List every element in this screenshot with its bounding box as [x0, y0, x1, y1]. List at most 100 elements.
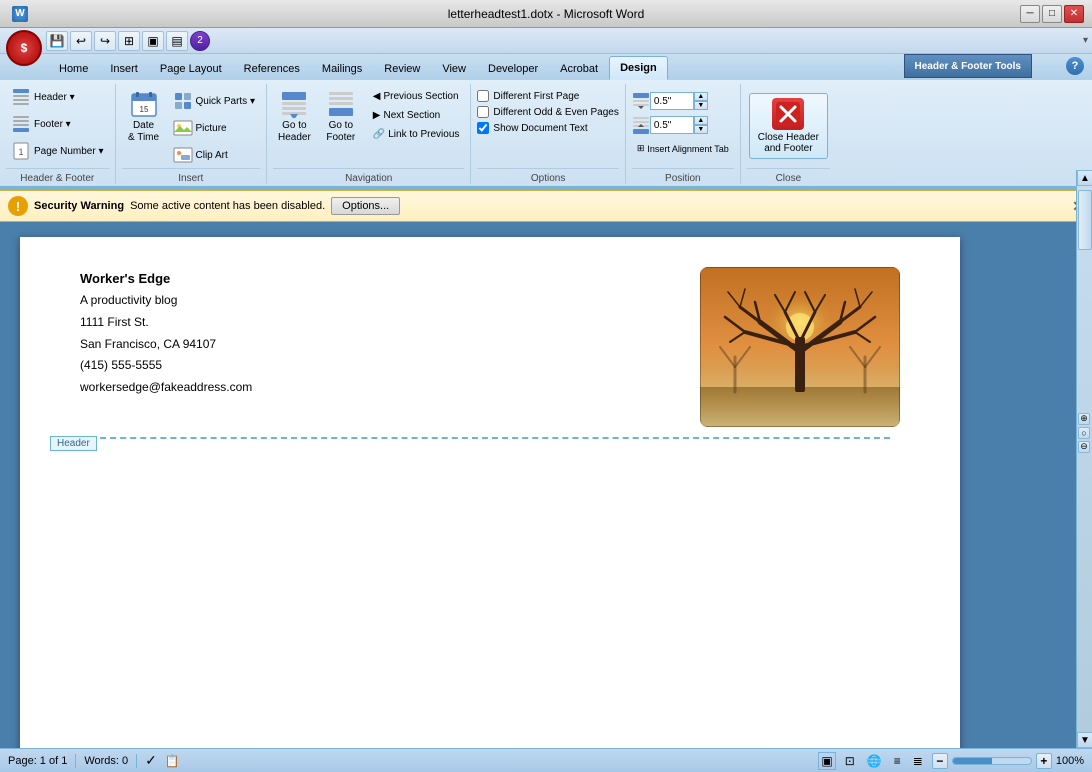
- zoom-out-button[interactable]: −: [932, 753, 948, 769]
- show-document-text-option[interactable]: Show Document Text: [477, 122, 587, 134]
- company-info: Worker's Edge A productivity blog 1111 F…: [80, 267, 252, 398]
- help-button[interactable]: ?: [1066, 57, 1084, 75]
- header-pos-down[interactable]: ▼: [694, 101, 708, 110]
- tab-page-layout[interactable]: Page Layout: [149, 58, 233, 80]
- different-odd-even-checkbox[interactable]: [477, 106, 489, 118]
- next-section-button[interactable]: ▶ Next Section: [368, 107, 465, 124]
- insert-alignment-tab-button[interactable]: ⊞ Insert Alignment Tab: [632, 140, 734, 157]
- doc-view-web[interactable]: 🌐: [864, 752, 885, 770]
- company-city: San Francisco, CA 94107: [80, 334, 252, 356]
- doc-view-outline[interactable]: ≡: [891, 752, 904, 770]
- header-content: Worker's Edge A productivity blog 1111 F…: [80, 267, 900, 437]
- go-to-header-button[interactable]: Go toHeader: [273, 84, 316, 148]
- header-button[interactable]: Header ▾: [6, 84, 109, 110]
- clip-art-button[interactable]: Clip Art: [168, 142, 260, 168]
- scroll-icon3[interactable]: ⊖: [1078, 441, 1090, 453]
- close-button[interactable]: ✕: [1064, 5, 1084, 23]
- header-position-row: ▲ ▼: [632, 92, 708, 110]
- link-to-previous-label: Link to Previous: [388, 129, 459, 140]
- scroll-icon1[interactable]: ⊕: [1078, 413, 1090, 425]
- footer-position-input[interactable]: [650, 116, 694, 134]
- security-warning-title: Security Warning: [34, 200, 124, 212]
- tab-references[interactable]: References: [233, 58, 311, 80]
- header-position-input[interactable]: [650, 92, 694, 110]
- security-options-button[interactable]: Options...: [331, 197, 400, 215]
- hf-items: Header ▾ Footer ▾: [6, 84, 109, 168]
- footer-button[interactable]: Footer ▾: [6, 111, 109, 137]
- previous-section-button[interactable]: ◀ Previous Section: [368, 88, 465, 105]
- footer-icon: [11, 114, 31, 134]
- go-to-footer-button[interactable]: Go toFooter: [320, 84, 362, 148]
- date-time-button[interactable]: 15 Date& Time: [122, 84, 166, 148]
- doc-view-full[interactable]: ⊡: [842, 752, 858, 770]
- close-header-footer-icon: [772, 98, 804, 130]
- status-sep2: [136, 754, 137, 768]
- close-header-footer-button[interactable]: Close Headerand Footer: [749, 93, 828, 159]
- header-pos-up[interactable]: ▲: [694, 92, 708, 101]
- previous-section-label: Previous Section: [384, 91, 459, 102]
- page-number-button[interactable]: 1 Page Number ▾: [6, 138, 109, 164]
- security-warning-message: Some active content has been disabled.: [130, 200, 325, 212]
- header-divider-area: Header: [50, 437, 930, 439]
- redo-quick-btn[interactable]: ↪: [94, 31, 116, 51]
- tab-home[interactable]: Home: [48, 58, 99, 80]
- undo-quick-btn[interactable]: ↩: [70, 31, 92, 51]
- qa-btn6[interactable]: ▤: [166, 31, 188, 51]
- different-odd-even-label: Different Odd & Even Pages: [493, 107, 618, 118]
- tab-mailings[interactable]: Mailings: [311, 58, 373, 80]
- scroll-icon2[interactable]: ○: [1078, 427, 1090, 439]
- status-bar: Page: 1 of 1 Words: 0 ✓ 📋 ▣ ⊡ 🌐 ≡ ≣ − + …: [0, 748, 1092, 772]
- date-time-label: Date& Time: [128, 120, 159, 144]
- close-group-label: Close: [747, 168, 830, 184]
- tab-review[interactable]: Review: [373, 58, 431, 80]
- company-name: Worker's Edge: [80, 267, 252, 290]
- restore-button[interactable]: □: [1042, 5, 1062, 23]
- qa-btn4[interactable]: ⊞: [118, 31, 140, 51]
- zoom-in-button[interactable]: +: [1036, 753, 1052, 769]
- link-to-previous-button[interactable]: 🔗 Link to Previous: [368, 126, 465, 143]
- ribbon-group-insert: 15 Date& Time: [116, 84, 267, 184]
- show-document-text-checkbox[interactable]: [477, 122, 489, 134]
- track-changes-icon[interactable]: 📋: [165, 754, 180, 768]
- different-first-page-checkbox[interactable]: [477, 90, 489, 102]
- ribbon-group-close: Close Headerand Footer Close: [741, 84, 836, 184]
- different-odd-even-option[interactable]: Different Odd & Even Pages: [477, 106, 618, 118]
- tab-design[interactable]: Design: [609, 56, 668, 80]
- document-wrapper: Worker's Edge A productivity blog 1111 F…: [0, 222, 1092, 772]
- go-to-header-icon: [278, 88, 310, 120]
- zoom-controls: − + 100%: [932, 753, 1084, 769]
- qa-btn5[interactable]: ▣: [142, 31, 164, 51]
- picture-button[interactable]: Picture: [168, 115, 260, 141]
- ribbon-group-header-footer: Header ▾ Footer ▾: [0, 84, 116, 184]
- header-label-tag: Header: [50, 436, 97, 451]
- scrollbar-thumb[interactable]: [1078, 222, 1092, 250]
- office-button[interactable]: $: [6, 30, 42, 66]
- tab-insert[interactable]: Insert: [99, 58, 149, 80]
- insert-items: 15 Date& Time: [122, 84, 260, 168]
- zoom-slider[interactable]: [952, 757, 1032, 765]
- go-to-footer-label: Go toFooter: [326, 120, 355, 144]
- scroll-down-button[interactable]: ▼: [1077, 732, 1092, 748]
- minimize-button[interactable]: ─: [1020, 5, 1040, 23]
- tab-view[interactable]: View: [431, 58, 477, 80]
- quick-parts-icon: [173, 91, 193, 111]
- footer-position-row: ▲ ▼: [632, 116, 708, 134]
- doc-view-print[interactable]: ▣: [818, 752, 835, 770]
- footer-pos-down[interactable]: ▼: [694, 125, 708, 134]
- security-bar: ! Security Warning Some active content h…: [0, 190, 1092, 222]
- different-first-page-option[interactable]: Different First Page: [477, 90, 579, 102]
- link-icon: 🔗: [373, 129, 385, 140]
- tab-developer[interactable]: Developer: [477, 58, 549, 80]
- next-section-icon: ▶: [373, 110, 381, 121]
- save-quick-btn[interactable]: 💾: [46, 31, 68, 51]
- tree-image-svg: [700, 267, 900, 427]
- tab-acrobat[interactable]: Acrobat: [549, 58, 609, 80]
- quick-parts-button[interactable]: Quick Parts ▾: [168, 88, 260, 114]
- alignment-icon: ⊞: [637, 143, 645, 154]
- qa-btn7[interactable]: 2: [190, 31, 210, 51]
- ribbon-group-navigation: Go toHeader Go toFoo: [267, 84, 471, 184]
- company-phone: (415) 555-5555: [80, 355, 252, 377]
- footer-pos-up[interactable]: ▲: [694, 116, 708, 125]
- doc-view-draft[interactable]: ≣: [910, 752, 926, 770]
- proofing-icon[interactable]: ✓: [145, 752, 157, 769]
